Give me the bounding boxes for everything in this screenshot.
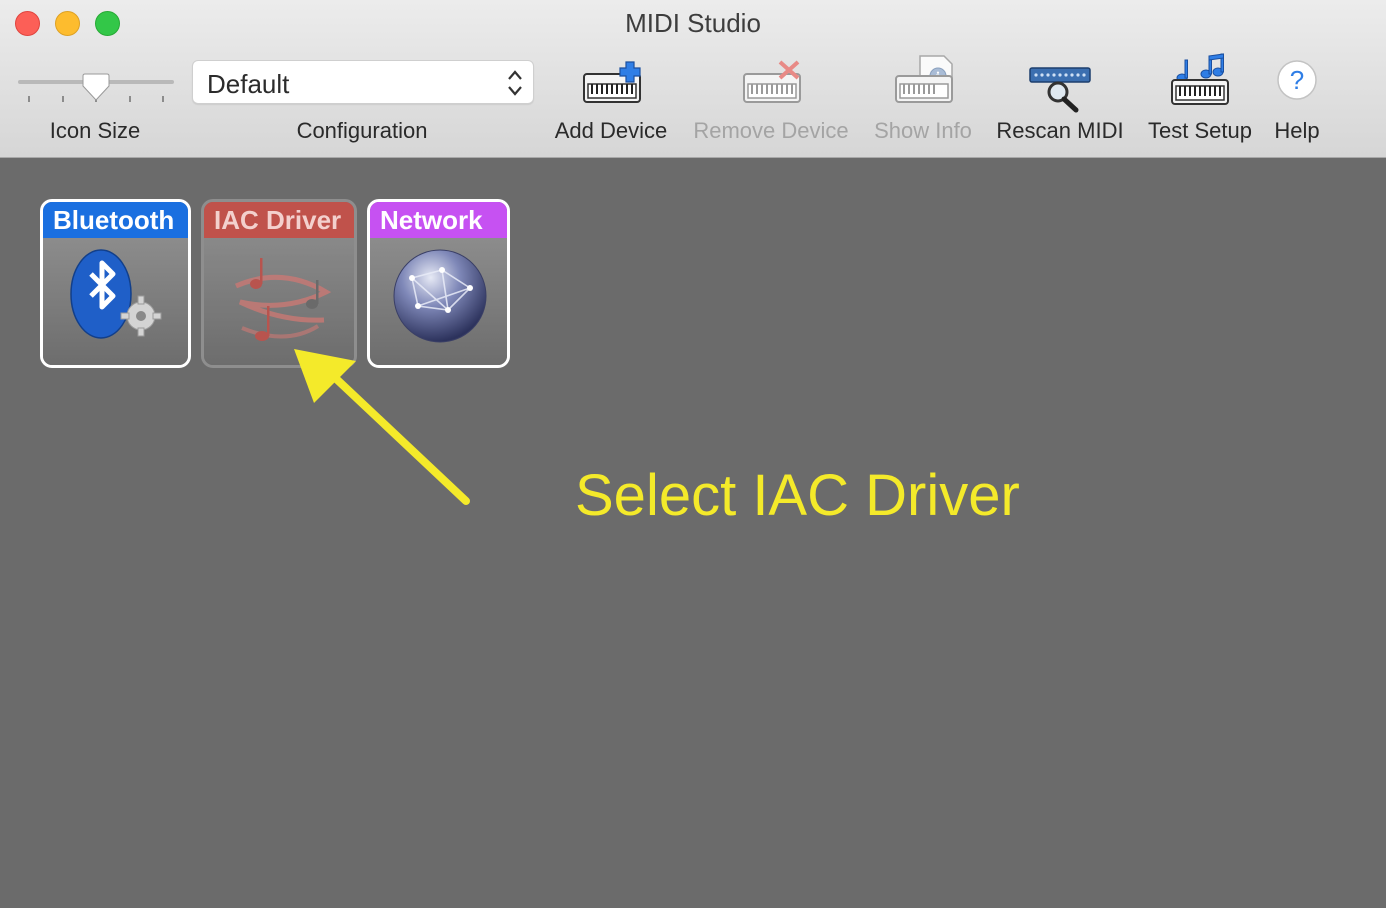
music-notes-swirl-icon [235, 258, 332, 341]
rescan-midi-label: Rescan MIDI [996, 118, 1124, 143]
device-name: Network [370, 202, 507, 238]
device-canvas[interactable]: Bluetooth IAC Driver Network [0, 158, 1386, 908]
add-device-icon [583, 61, 641, 103]
show-info-icon: i [895, 55, 953, 103]
icon-size-label: Icon Size [49, 118, 141, 143]
remove-device-label: Remove Device [693, 118, 849, 143]
slider-tick [62, 96, 64, 102]
device-network[interactable]: Network [367, 199, 510, 368]
svg-text:?: ? [1290, 65, 1304, 95]
device-body [43, 238, 188, 365]
device-iac-driver[interactable]: IAC Driver [201, 199, 357, 368]
device-name: Bluetooth [43, 202, 188, 238]
updown-chevron-icon [508, 70, 522, 96]
device-bluetooth[interactable]: Bluetooth [40, 199, 191, 368]
test-setup-label: Test Setup [1148, 118, 1252, 143]
slider-tick [28, 96, 30, 102]
toolbar: MIDI Studio Icon Size Default Configurat… [0, 0, 1386, 158]
network-globe-icon [393, 249, 487, 343]
add-device-label: Add Device [554, 118, 668, 143]
slider-knob[interactable] [82, 72, 110, 102]
configuration-select[interactable]: Default [192, 60, 534, 104]
device-name: IAC Driver [204, 202, 354, 238]
slider-tick [129, 96, 131, 102]
annotation-text: Select IAC Driver [575, 463, 1020, 528]
show-info-label: Show Info [874, 118, 972, 143]
window-title: MIDI Studio [625, 8, 761, 38]
help-icon: ? [1277, 60, 1317, 100]
configuration-label: Configuration [296, 118, 428, 143]
test-setup-icon [1171, 53, 1229, 105]
slider-tick [162, 96, 164, 102]
rescan-midi-icon [1029, 67, 1091, 113]
remove-device-icon [743, 60, 801, 103]
midi-studio-window: MIDI Studio Icon Size Default Configurat… [0, 0, 1386, 908]
configuration-value: Default [207, 69, 290, 99]
bluetooth-gear-icon [70, 249, 162, 339]
help-label: Help [1274, 118, 1320, 143]
annotation-arrow [294, 349, 470, 505]
